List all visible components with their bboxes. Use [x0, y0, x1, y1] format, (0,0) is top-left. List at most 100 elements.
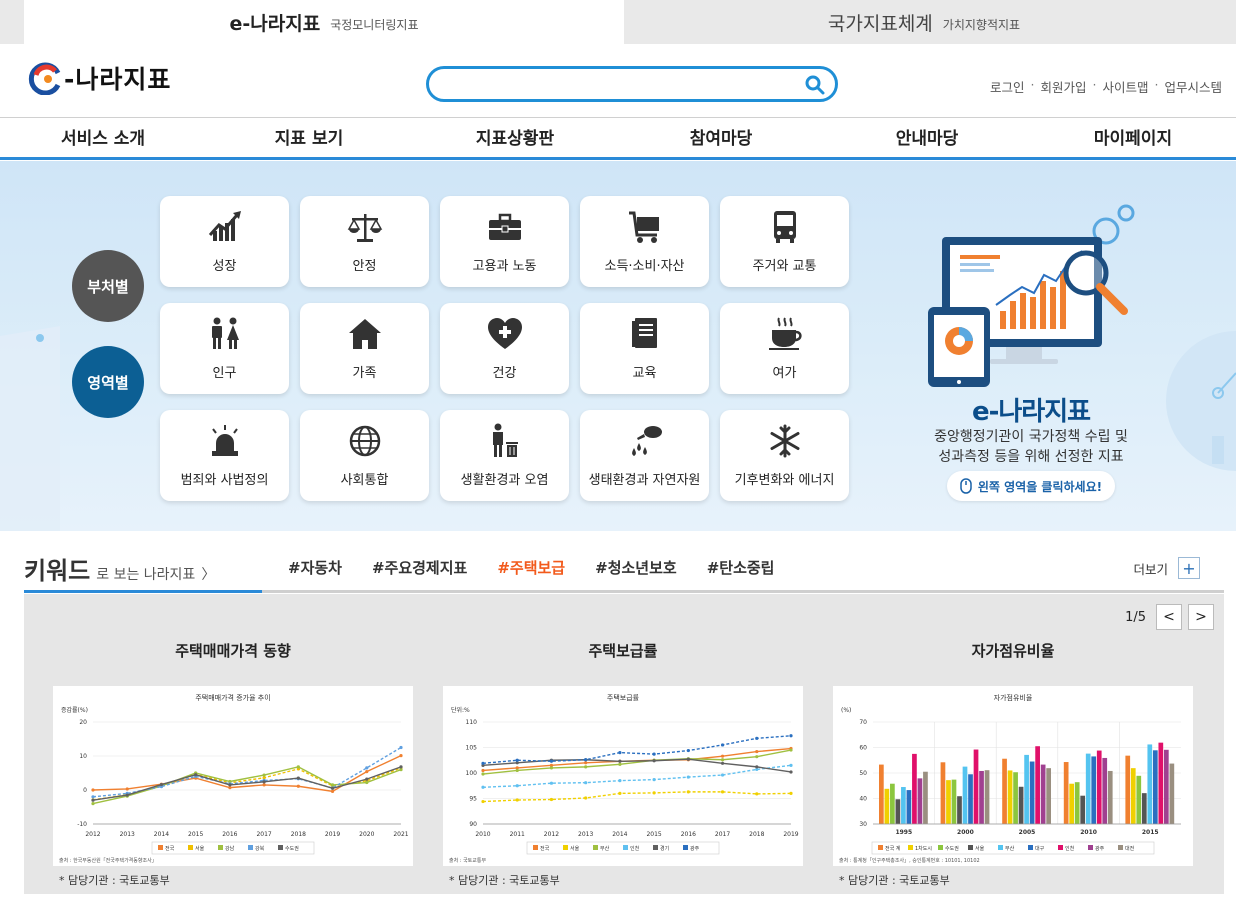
login-link[interactable]: 로그인: [990, 77, 1025, 96]
search-input[interactable]: [445, 69, 805, 99]
bus-icon: [773, 211, 796, 243]
chart-point: [686, 775, 690, 779]
monitor-chart-illustration-icon: [928, 204, 1135, 387]
more-link[interactable]: 더보기 +: [1133, 557, 1200, 579]
next-page-button[interactable]: >: [1188, 604, 1214, 630]
category-housing[interactable]: 주거와 교통: [720, 196, 849, 287]
chart-legend-swatch: [218, 845, 223, 850]
nav-mypage[interactable]: 마이페이지: [1030, 118, 1236, 157]
promo-click-button[interactable]: 왼쪽 영역을 클릭하세요!: [947, 471, 1115, 501]
keyword-tag-housing-supply[interactable]: #주택보급: [497, 557, 565, 578]
chart-point: [515, 798, 519, 802]
search-icon[interactable]: [805, 75, 825, 95]
chart-bar: [979, 770, 984, 824]
house-icon: [348, 319, 381, 349]
chart-legend-label: 인천: [1065, 845, 1075, 852]
category-health[interactable]: 건강: [440, 303, 569, 394]
search-box[interactable]: [426, 66, 838, 102]
plus-icon[interactable]: +: [1178, 557, 1200, 579]
nav-participation[interactable]: 참여마당: [618, 118, 824, 157]
category-population[interactable]: 인구: [160, 303, 289, 394]
card-housing-price[interactable]: 주택매매가격 동향 주택매매가격 증가율 추이 증감률(%) -10 0 10 20 201…: [53, 640, 413, 887]
card-housing-supply[interactable]: 주택보급률 주택보급률 단위:% 90 95 100 105 110 2010 2011 2012…: [443, 640, 803, 887]
chart-y-tick-label: -10: [77, 821, 87, 828]
chevron-right-icon: 〉: [201, 567, 216, 583]
card-home-ownership[interactable]: 자가점유비율 자가점유비율 (%) 30 40 50 60 70 1995 2000 2005 20…: [833, 640, 1193, 887]
chart-bar: [1158, 742, 1164, 824]
category-employment[interactable]: 고용과 노동: [440, 196, 569, 287]
category-family[interactable]: 가족: [300, 303, 429, 394]
chart-point: [125, 787, 129, 791]
chart-point: [515, 758, 519, 762]
signup-link[interactable]: 회원가입: [1040, 77, 1086, 96]
category-living-environment[interactable]: 생활환경과 오염: [440, 410, 569, 501]
chart-point: [365, 777, 369, 781]
chart-bar: [1002, 758, 1007, 824]
keyword-title[interactable]: 키워드 로 보는 나라지표 〉: [24, 551, 215, 586]
category-crime-justice[interactable]: 범죄와 사법정의: [160, 410, 289, 501]
by-area-button[interactable]: 영역별: [72, 346, 144, 418]
chart-y-tick-label: 105: [466, 745, 478, 752]
keyword-tag-economy[interactable]: #주요경제지표: [372, 557, 467, 578]
chart-point: [194, 773, 198, 777]
chart-point: [365, 780, 369, 785]
nav-dashboard[interactable]: 지표상황판: [412, 118, 618, 157]
health-heart-icon: [487, 318, 522, 349]
work-system-link[interactable]: 업무시스템: [1164, 77, 1222, 96]
utility-links: 로그인 · 회원가입 · 사이트맵 · 업무시스템: [990, 77, 1222, 96]
chart-x-tick-label: 2012: [85, 831, 100, 838]
top-tab-bar: e-나라지표 국정모니터링지표 국가지표체계 가치지향적지표: [0, 0, 1236, 44]
chart-x-tick-label: 2015: [646, 831, 661, 838]
nav-guide[interactable]: 안내마당: [824, 118, 1030, 157]
category-leisure[interactable]: 여가: [720, 303, 849, 394]
chart-bar: [923, 771, 928, 824]
chart-x-tick-label: 2015: [1142, 829, 1159, 836]
logo-swirl-icon: [28, 62, 61, 95]
trash-person-icon: [492, 423, 518, 457]
chart-legend-swatch: [533, 845, 538, 850]
chart-point: [515, 784, 519, 788]
keyword-tag-car[interactable]: #자동차: [288, 557, 342, 578]
chart-bar: [917, 778, 923, 824]
category-climate-energy[interactable]: 기후변화와 에너지: [720, 410, 849, 501]
site-logo[interactable]: -나라지표: [28, 60, 171, 96]
chart-point: [584, 761, 588, 765]
category-stability[interactable]: 안정: [300, 196, 429, 287]
by-ministry-button[interactable]: 부처별: [72, 250, 144, 322]
nav-view-index[interactable]: 지표 보기: [206, 118, 412, 157]
chart-y-tick-label: 50: [859, 770, 867, 777]
chart-point: [720, 761, 725, 765]
category-ecology[interactable]: 생태환경과 자연자원: [580, 410, 709, 501]
chart-legend-label: 전국 계: [885, 845, 901, 852]
chart-bar: [1013, 772, 1018, 824]
category-education[interactable]: 교육: [580, 303, 709, 394]
keyword-underline: [24, 590, 262, 593]
chart-bar: [940, 762, 946, 824]
tab-e-nara[interactable]: e-나라지표 국정모니터링지표: [24, 0, 624, 44]
category-growth[interactable]: 성장: [160, 196, 289, 287]
chart-point: [789, 763, 793, 767]
category-income[interactable]: 소득·소비·자산: [580, 196, 709, 287]
chart-bar: [1096, 750, 1102, 824]
chart-x-tick-label: 2010: [1080, 829, 1097, 836]
keyword-tag-youth-protection[interactable]: #청소년보호: [595, 557, 677, 578]
tab-national-index-system[interactable]: 국가지표체계 가치지향적지표: [624, 0, 1224, 44]
chart-point: [652, 759, 656, 763]
chart-bar: [1069, 783, 1075, 824]
card-source-note: * 담당기관 : 국토교통부: [839, 874, 950, 887]
category-social-integration[interactable]: 사회통합: [300, 410, 429, 501]
prev-page-button[interactable]: <: [1156, 604, 1182, 630]
chart-legend-label: 서울: [570, 845, 580, 852]
chart-x-tick-label: 2013: [578, 831, 593, 838]
nav-service-intro[interactable]: 서비스 소개: [0, 118, 206, 157]
chart-point: [686, 757, 690, 761]
chart-legend-swatch: [158, 845, 163, 850]
chart-bar: [973, 749, 979, 824]
keyword-tag-carbon-neutral[interactable]: #탄소중립: [707, 557, 775, 578]
chart-legend-label: 부산: [1005, 845, 1015, 852]
globe-icon: [349, 425, 380, 457]
card-title: 자가점유비율: [971, 642, 1055, 660]
sitemap-link[interactable]: 사이트맵: [1102, 77, 1148, 96]
promo-description-line2: 성과측정 등을 위해 선정한 지표: [938, 449, 1124, 465]
chart-source: 출처 : 국토교통부: [449, 857, 486, 864]
